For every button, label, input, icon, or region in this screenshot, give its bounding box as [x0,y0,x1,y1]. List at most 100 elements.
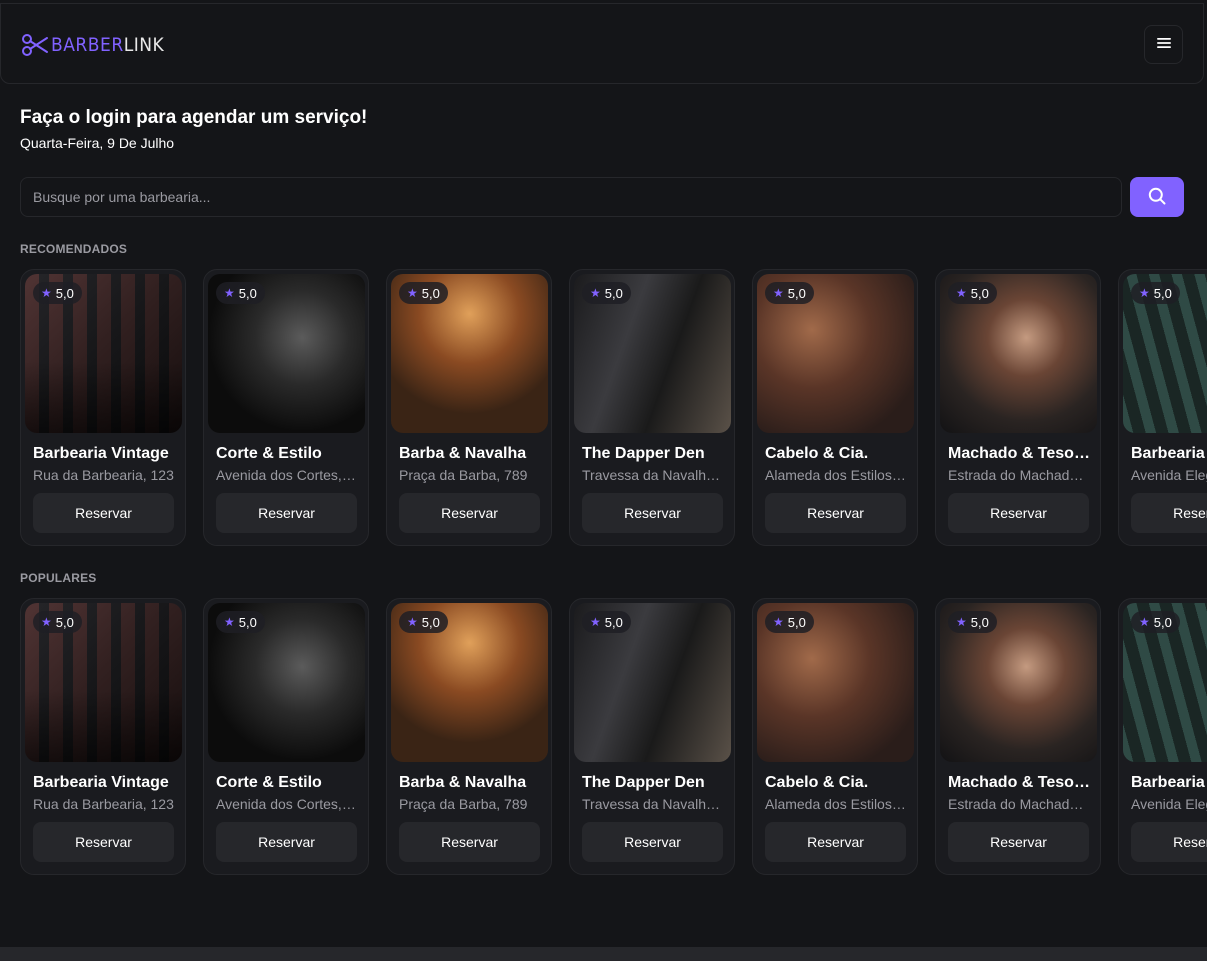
rating-badge: ★ 5,0 [399,611,448,633]
barbershop-card: ★ 5,0 Cabelo & Cia. Alameda dos Estilos,… [752,598,918,875]
barbershop-card: ★ 5,0 Barbearia Elegance Avenida Elegant… [1118,269,1207,546]
app-root: BARBERLINK Faça o login para agendar um … [0,0,1207,961]
barbershop-card: ★ 5,0 Barba & Navalha Praça da Barba, 78… [386,598,552,875]
barbershop-name: Barba & Navalha [399,774,527,791]
barbershop-name: Cabelo & Cia. [765,445,869,462]
book-button[interactable]: Reservar [216,493,357,533]
rating-badge: ★ 5,0 [582,611,631,633]
popular-list[interactable]: ★ 5,0 Barbearia Vintage Rua da Barbearia… [20,598,1207,878]
recommended-list[interactable]: ★ 5,0 Barbearia Vintage Rua da Barbearia… [20,269,1207,549]
book-button[interactable]: Reservar [399,822,540,862]
rating-badge: ★ 5,0 [1131,282,1180,304]
barbershop-name: Barbearia Elegance [1131,445,1207,462]
menu-button[interactable] [1144,25,1183,64]
bottom-bar [0,947,1207,961]
barbershop-address: Avenida dos Cortes, 456 [216,796,359,812]
barbershop-image: ★ 5,0 [574,603,731,762]
barbershop-name: The Dapper Den [582,774,705,791]
star-icon: ★ [956,286,967,300]
rating-badge: ★ 5,0 [948,611,997,633]
rating-badge: ★ 5,0 [33,611,82,633]
rating-value: 5,0 [787,614,806,630]
book-button[interactable]: Reservar [399,493,540,533]
top-header: BARBERLINK [0,3,1204,84]
barbershop-card: ★ 5,0 Barbearia Vintage Rua da Barbearia… [20,269,186,546]
search-button[interactable] [1130,177,1184,217]
barbershop-name: Machado & Tesoura [948,445,1091,462]
logo-text-link: LINK [123,34,165,56]
barbershop-image: ★ 5,0 [391,274,548,433]
book-button[interactable]: Reservar [765,493,906,533]
barbershop-image: ★ 5,0 [757,603,914,762]
barbershop-card: ★ 5,0 Barbearia Elegance Avenida Elegant… [1118,598,1207,875]
book-button[interactable]: Reservar [1131,493,1207,533]
barbershop-card: ★ 5,0 Barba & Navalha Praça da Barba, 78… [386,269,552,546]
rating-value: 5,0 [604,285,623,301]
star-icon: ★ [590,615,601,629]
book-button[interactable]: Reservar [1131,822,1207,862]
barbershop-image: ★ 5,0 [757,274,914,433]
barbershop-address: Travessa da Navalha, 101 [582,796,725,812]
barbershop-address: Travessa da Navalha, 101 [582,467,725,483]
star-icon: ★ [1139,286,1150,300]
barbershop-name: Barbearia Elegance [1131,774,1207,791]
star-icon: ★ [41,286,52,300]
book-button[interactable]: Reservar [216,822,357,862]
section-title-recommended: RECOMENDADOS [20,242,128,256]
barbershop-address: Avenida Elegante, 404 [1131,796,1207,812]
current-date: Quarta-Feira, 9 De Julho [20,135,175,151]
rating-value: 5,0 [421,614,440,630]
book-button[interactable]: Reservar [948,493,1089,533]
barbershop-card: ★ 5,0 The Dapper Den Travessa da Navalha… [569,598,735,875]
barbershop-address: Estrada do Machado, 303 [948,796,1091,812]
barbershop-image: ★ 5,0 [940,603,1097,762]
barbershop-address: Avenida dos Cortes, 456 [216,467,359,483]
rating-value: 5,0 [604,614,623,630]
book-button[interactable]: Reservar [582,822,723,862]
star-icon: ★ [407,286,418,300]
star-icon: ★ [224,615,235,629]
barbershop-card: ★ 5,0 Corte & Estilo Avenida dos Cortes,… [203,598,369,875]
rating-value: 5,0 [421,285,440,301]
barbershop-address: Avenida Elegante, 404 [1131,467,1207,483]
star-icon: ★ [773,286,784,300]
rating-badge: ★ 5,0 [1131,611,1180,633]
search-input[interactable] [20,177,1122,217]
logo[interactable]: BARBERLINK [21,33,164,57]
rating-value: 5,0 [238,614,257,630]
barbershop-address: Praça da Barba, 789 [399,467,528,483]
barbershop-address: Alameda dos Estilos, 202 [765,796,908,812]
barbershop-image: ★ 5,0 [391,603,548,762]
rating-badge: ★ 5,0 [582,282,631,304]
barbershop-name: Barbearia Vintage [33,774,169,791]
star-icon: ★ [956,615,967,629]
barbershop-address: Estrada do Machado, 303 [948,467,1091,483]
barbershop-image: ★ 5,0 [940,274,1097,433]
rating-badge: ★ 5,0 [948,282,997,304]
barbershop-card: ★ 5,0 Machado & Tesoura Estrada do Macha… [935,269,1101,546]
barbershop-image: ★ 5,0 [1123,274,1207,433]
menu-icon [1156,37,1171,52]
star-icon: ★ [407,615,418,629]
barbershop-card: ★ 5,0 The Dapper Den Travessa da Navalha… [569,269,735,546]
rating-value: 5,0 [970,285,989,301]
rating-badge: ★ 5,0 [399,282,448,304]
rating-value: 5,0 [1153,614,1172,630]
barbershop-address: Alameda dos Estilos, 202 [765,467,908,483]
barbershop-card: ★ 5,0 Barbearia Vintage Rua da Barbearia… [20,598,186,875]
rating-badge: ★ 5,0 [216,282,265,304]
book-button[interactable]: Reservar [33,822,174,862]
book-button[interactable]: Reservar [33,493,174,533]
book-button[interactable]: Reservar [582,493,723,533]
rating-value: 5,0 [970,614,989,630]
barbershop-name: Barba & Navalha [399,445,527,462]
search-icon [1148,187,1166,208]
book-button[interactable]: Reservar [948,822,1089,862]
barbershop-image: ★ 5,0 [574,274,731,433]
page-title: Faça o login para agendar um serviço! [20,107,368,128]
barbershop-address: Praça da Barba, 789 [399,796,528,812]
section-title-popular: POPULARES [20,571,97,585]
barbershop-name: Cabelo & Cia. [765,774,869,791]
book-button[interactable]: Reservar [765,822,906,862]
logo-text: BARBERLINK [51,34,164,56]
